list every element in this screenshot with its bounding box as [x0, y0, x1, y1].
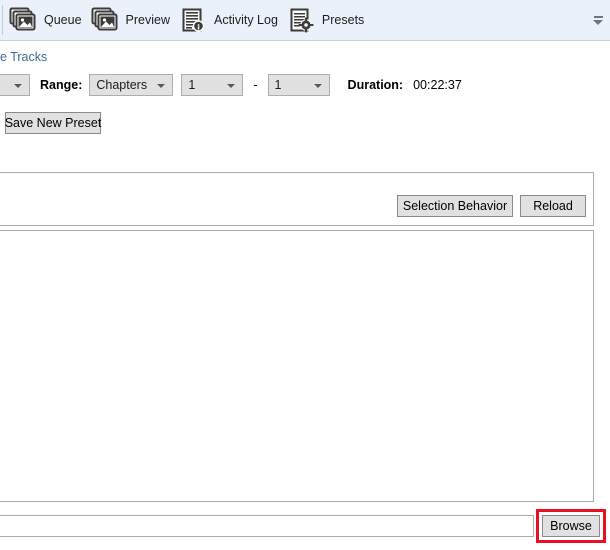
duration-label: Duration:: [347, 78, 404, 92]
destination-path-input[interactable]: [0, 515, 534, 537]
chevron-down-icon: [157, 84, 166, 88]
chevron-down-icon: [14, 84, 22, 88]
toolbar-button-presets-label: Presets: [321, 13, 365, 27]
duration-value: 00:22:37: [413, 78, 462, 92]
range-end-value: 1: [274, 78, 282, 92]
toolbar-button-preview-label: Preview: [125, 13, 170, 27]
chevron-down-bar: [593, 15, 603, 18]
chevron-down-icon: [227, 84, 236, 88]
browse-button[interactable]: Browse: [542, 515, 600, 537]
range-type-dropdown[interactable]: Chapters: [89, 74, 174, 96]
toolbar-button-activity-log-label: Activity Log: [214, 13, 278, 27]
toolbar-button-queue[interactable]: Queue: [6, 2, 88, 38]
range-type-value: Chapters: [96, 78, 148, 92]
document-gear-icon: [286, 6, 316, 34]
range-start-value: 1: [188, 78, 196, 92]
title-list-box[interactable]: [0, 230, 594, 502]
document-info-icon: [178, 6, 208, 34]
track-select-dropdown[interactable]: [0, 74, 30, 96]
images-stack-icon: [8, 6, 38, 34]
save-new-preset-button[interactable]: Save New Preset: [5, 112, 101, 134]
range-separator: -: [253, 78, 258, 92]
selection-behavior-button[interactable]: Selection Behavior: [397, 195, 513, 217]
main-toolbar: Queue Preview Activity Log Presets: [0, 0, 610, 41]
images-stack-icon: [90, 6, 120, 34]
range-end-dropdown[interactable]: 1: [267, 74, 330, 96]
toolbar-button-preview[interactable]: Preview: [88, 2, 176, 38]
toolbar-button-presets[interactable]: Presets: [284, 2, 370, 38]
chevron-down-triangle: [593, 19, 603, 25]
tracks-section-label: e Tracks: [0, 50, 48, 64]
source-range-row: Range: Chapters 1 - 1 Duration: 00:22:37: [0, 74, 610, 96]
toolbar-button-activity-log[interactable]: Activity Log: [176, 2, 284, 38]
reload-button[interactable]: Reload: [520, 195, 586, 217]
toolbar-separator: [2, 5, 3, 35]
range-label: Range:: [40, 78, 83, 92]
toolbar-button-queue-label: Queue: [44, 13, 82, 27]
chevron-down-icon[interactable]: [590, 11, 606, 29]
chevron-down-icon: [313, 84, 322, 88]
range-start-dropdown[interactable]: 1: [181, 74, 244, 96]
